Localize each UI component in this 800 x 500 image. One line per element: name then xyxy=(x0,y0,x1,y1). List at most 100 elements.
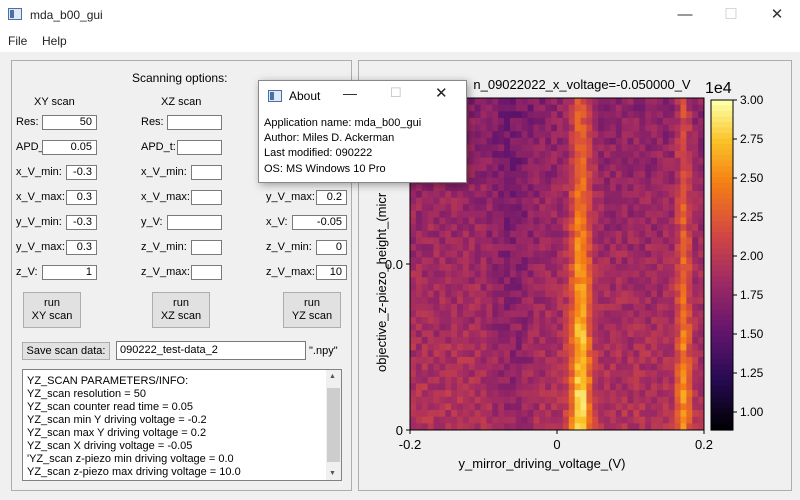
heatmap-cell xyxy=(451,197,458,205)
heatmap-cell xyxy=(439,370,446,378)
heatmap-cell xyxy=(533,157,540,165)
close-button[interactable]: ✕ xyxy=(754,0,800,30)
heatmap-cell xyxy=(545,290,552,298)
heatmap-cell xyxy=(521,303,529,311)
about-close-button[interactable]: ✕ xyxy=(435,84,448,102)
heatmap-cell xyxy=(562,310,570,318)
scroll-up-icon[interactable]: ▲ xyxy=(329,373,336,380)
menu-file[interactable]: File xyxy=(8,34,27,48)
heatmap-cell xyxy=(521,310,529,318)
scroll-thumb[interactable] xyxy=(327,388,340,462)
xz-apd-field[interactable] xyxy=(177,140,222,155)
heatmap-cell xyxy=(533,177,540,185)
heatmap-cell xyxy=(451,217,458,225)
heatmap-cell xyxy=(680,317,687,325)
heatmap-cell xyxy=(539,210,546,219)
heatmap-cell xyxy=(521,297,529,305)
heatmap-cell xyxy=(604,337,611,345)
xy-ymax-field[interactable]: 0.3 xyxy=(66,240,97,255)
heatmap-cell xyxy=(439,323,446,331)
heatmap-cell xyxy=(592,190,599,199)
heatmap-cell xyxy=(439,190,446,199)
heatmap-cell xyxy=(498,416,505,424)
heatmap-cell xyxy=(527,264,534,272)
colorbar-segment xyxy=(711,193,733,200)
heatmap-cell xyxy=(674,283,681,292)
menu-help[interactable]: Help xyxy=(42,34,67,48)
heatmap-cell xyxy=(586,204,593,212)
heatmap-cell xyxy=(586,310,593,318)
heatmap-cell xyxy=(415,423,423,431)
save-scan-data-button[interactable]: Save scan data: xyxy=(22,342,110,360)
yz-ymax-field[interactable]: 0.2 xyxy=(316,190,347,205)
filename-field[interactable]: 090222_test-data_2 xyxy=(116,341,306,360)
xz-res-field[interactable] xyxy=(167,115,222,130)
heatmap-cell xyxy=(439,217,446,225)
heatmap-cell xyxy=(498,376,505,385)
heatmap-cell xyxy=(598,197,605,205)
heatmap-cell xyxy=(621,410,629,418)
heatmap-cell xyxy=(592,283,599,292)
heatmap-cell xyxy=(521,177,529,185)
heatmap-cell xyxy=(521,217,529,225)
maximize-button[interactable]: ☐ xyxy=(708,0,754,30)
heatmap-cell xyxy=(674,250,681,258)
heatmap-cell xyxy=(692,337,699,345)
heatmap-cell xyxy=(633,330,640,338)
xz-yv-field[interactable] xyxy=(167,215,222,230)
xz-xmax-field[interactable] xyxy=(191,190,222,205)
heatmap-cell xyxy=(504,264,511,272)
heatmap-cell xyxy=(568,217,576,225)
xy-xmax-field[interactable]: 0.3 xyxy=(66,190,97,205)
xz-zmin-field[interactable] xyxy=(191,240,222,255)
heatmap-cell xyxy=(474,257,482,265)
heatmap-cell xyxy=(539,317,546,325)
yz-zmin-field[interactable]: 0 xyxy=(316,240,347,255)
xz-xmin-field[interactable] xyxy=(191,165,222,180)
xy-zv-field[interactable]: 1 xyxy=(42,265,97,280)
heatmap-cell xyxy=(609,343,617,351)
yz-xv-field[interactable]: -0.05 xyxy=(292,215,347,230)
scroll-down-icon[interactable]: ▼ xyxy=(329,470,336,477)
xy-res-field[interactable]: 50 xyxy=(42,115,97,130)
run-yz-scan-button[interactable]: run YZ scan xyxy=(283,292,341,328)
heatmap-cell xyxy=(598,184,605,192)
heatmap-cell xyxy=(498,164,505,172)
heatmap-cell xyxy=(492,190,499,199)
yz-zmax-field[interactable]: 10 xyxy=(316,265,347,280)
heatmap-cell xyxy=(680,283,687,292)
heatmap-cell xyxy=(415,303,423,311)
heatmap-cell xyxy=(592,257,599,265)
heatmap-cell xyxy=(498,310,505,318)
about-minimize-button[interactable]: — xyxy=(343,85,357,101)
minimize-button[interactable]: — xyxy=(662,0,708,30)
run-xy-scan-button[interactable]: run XY scan xyxy=(23,292,81,328)
heatmap-cell xyxy=(462,403,470,411)
heatmap-cell xyxy=(498,197,505,205)
heatmap-cell xyxy=(486,363,493,371)
about-maximize-button[interactable]: ☐ xyxy=(390,85,402,101)
info-scrollbar[interactable]: ▲ ▼ xyxy=(326,370,341,480)
heatmap-cell xyxy=(574,184,582,192)
scan-info-log[interactable]: YZ_SCAN PARAMETERS/INFO: YZ_scan resolut… xyxy=(22,369,342,481)
heatmap-cell xyxy=(445,257,452,265)
heatmap-cell xyxy=(421,310,429,318)
heatmap-cell xyxy=(492,171,499,179)
xy-apd-field[interactable]: 0.05 xyxy=(42,140,97,155)
heatmap-cell xyxy=(692,410,699,418)
heatmap-cell xyxy=(433,330,440,338)
heatmap-cell xyxy=(498,390,505,398)
heatmap-cell xyxy=(509,190,517,199)
heatmap-cell xyxy=(627,210,634,219)
xz-zmax-field[interactable] xyxy=(191,265,222,280)
heatmap-cell xyxy=(586,144,593,152)
heatmap-cell xyxy=(439,376,446,385)
xy-xmin-field[interactable]: -0.3 xyxy=(66,165,97,180)
xy-ymin-field[interactable]: -0.3 xyxy=(66,215,97,230)
heatmap-cell xyxy=(421,356,429,365)
heatmap-cell xyxy=(557,350,564,358)
heatmap-cell xyxy=(498,403,505,411)
heatmap-cell xyxy=(410,350,417,358)
run-xz-scan-button[interactable]: run XZ scan xyxy=(152,292,210,328)
heatmap-cell xyxy=(480,356,487,365)
